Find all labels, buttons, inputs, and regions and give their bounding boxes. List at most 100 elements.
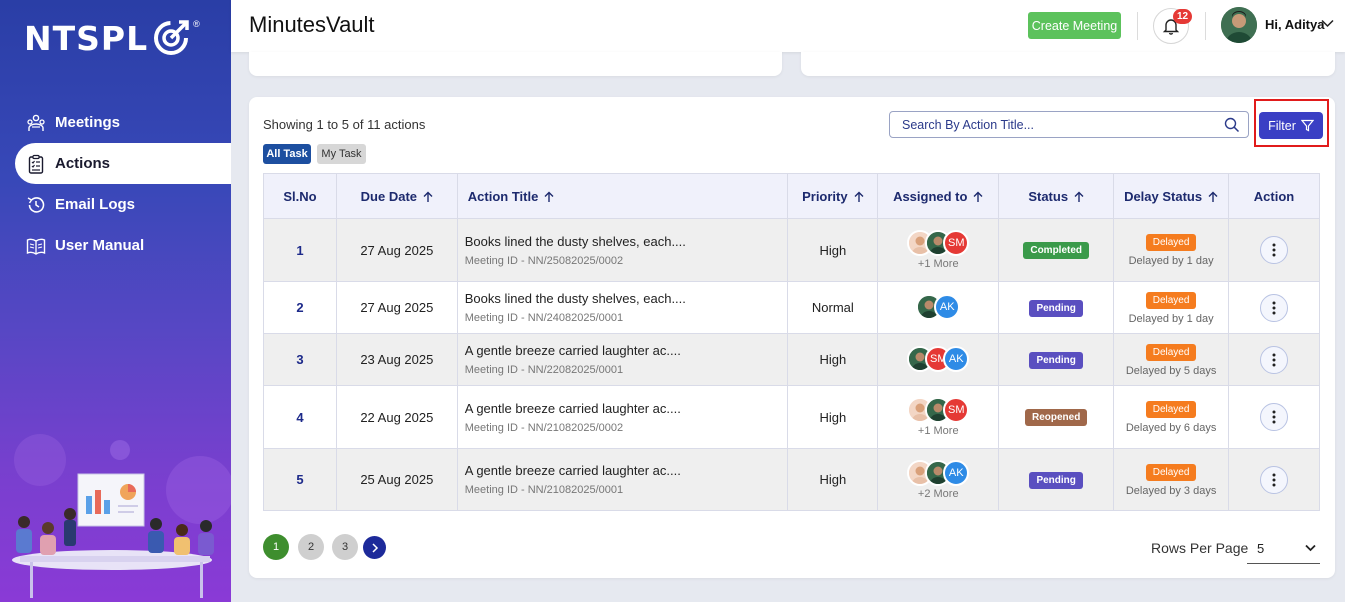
sort-arrow-up-icon[interactable] — [423, 191, 433, 203]
clipboard-icon — [26, 154, 46, 174]
row-action-title[interactable]: Books lined the dusty shelves, each.... … — [456, 281, 789, 334]
meetings-icon — [26, 113, 46, 133]
row-sl-no: 2 — [263, 281, 337, 334]
table-row[interactable]: 1 27 Aug 2025 Books lined the dusty shel… — [263, 218, 1320, 282]
status-badge: Pending — [1029, 351, 1083, 369]
chevron-down-icon[interactable] — [1321, 19, 1334, 28]
col-assigned-to[interactable]: Assigned to — [877, 173, 1000, 219]
row-action-title[interactable]: A gentle breeze carried laughter ac.... … — [456, 385, 789, 449]
more-assignees[interactable]: +1 More — [878, 258, 998, 270]
sidebar-item-label: User Manual — [55, 237, 145, 254]
meeting-illustration — [12, 434, 231, 598]
row-menu-button[interactable] — [1260, 403, 1289, 431]
user-avatar[interactable] — [1221, 7, 1257, 43]
sort-arrow-up-icon[interactable] — [1208, 191, 1218, 203]
sort-arrow-up-icon[interactable] — [1074, 191, 1084, 203]
page-3-button[interactable]: 3 — [332, 534, 358, 560]
sidebar-item-meetings[interactable]: Meetings — [0, 102, 231, 143]
row-action-title[interactable]: A gentle breeze carried laughter ac.... … — [456, 333, 789, 386]
user-greeting[interactable]: Hi, Aditya — [1265, 17, 1324, 32]
action-title-text: A gentle breeze carried laughter ac.... — [464, 400, 681, 416]
sidebar-item-actions[interactable]: Actions — [15, 143, 231, 184]
sidebar-nav: Meetings Actions Email Logs User Manual — [0, 102, 231, 266]
col-status[interactable]: Status — [998, 173, 1115, 219]
rows-per-page-select[interactable]: 5 — [1247, 533, 1320, 564]
search-icon[interactable] — [1224, 117, 1240, 133]
row-status: Pending — [998, 281, 1115, 334]
row-menu-button[interactable] — [1260, 465, 1289, 494]
row-assigned-to[interactable]: SM +1 More — [877, 218, 1000, 282]
row-priority: High — [787, 448, 879, 511]
sort-arrow-up-icon[interactable] — [544, 191, 554, 203]
table-row[interactable]: 2 27 Aug 2025 Books lined the dusty shel… — [263, 281, 1320, 334]
row-menu-button[interactable] — [1260, 345, 1289, 374]
sort-arrow-up-icon[interactable] — [973, 191, 983, 203]
top-header: MinutesVault Create Meeting 12 Hi, Adity… — [231, 0, 1345, 52]
col-action: Action — [1228, 173, 1320, 219]
more-assignees[interactable]: +1 More — [878, 425, 998, 437]
more-vertical-icon — [1272, 353, 1276, 366]
row-priority: Normal — [787, 281, 879, 334]
delay-duration: Delayed by 1 day — [1128, 255, 1214, 267]
sidebar-item-email-logs[interactable]: Email Logs — [0, 184, 231, 225]
assignee-avatar-ak: AK — [943, 346, 970, 372]
tab-my-task[interactable]: My Task — [317, 144, 366, 164]
row-action-title[interactable]: A gentle breeze carried laughter ac.... … — [456, 448, 789, 511]
row-action-title[interactable]: Books lined the dusty shelves, each.... … — [456, 218, 789, 282]
row-status: Pending — [998, 448, 1115, 511]
brand-logo[interactable]: NTSPL ® — [24, 18, 200, 58]
next-page-button[interactable] — [363, 536, 386, 559]
row-due-date: 25 Aug 2025 — [335, 448, 458, 511]
row-assigned-to[interactable]: SM AK — [877, 333, 1000, 386]
status-badge: Pending — [1029, 471, 1083, 489]
table-header-row: Sl.No Due Date Action Title Priority Ass… — [263, 173, 1320, 219]
app-title: MinutesVault — [249, 12, 375, 37]
row-assigned-to[interactable]: SM +1 More — [877, 385, 1000, 449]
row-sl-no: 5 — [263, 448, 337, 511]
action-title-text: Books lined the dusty shelves, each.... — [464, 291, 686, 306]
page-2-button[interactable]: 2 — [298, 534, 324, 560]
tab-all-task[interactable]: All Task — [263, 144, 311, 164]
summary-card — [249, 52, 782, 76]
search-box — [889, 111, 1249, 138]
action-title-text: A gentle breeze carried laughter ac.... — [464, 343, 681, 358]
delay-duration: Delayed by 3 days — [1125, 484, 1217, 497]
row-status: Reopened — [998, 385, 1115, 449]
search-input[interactable] — [902, 117, 1212, 132]
col-due-date[interactable]: Due Date — [335, 173, 458, 219]
more-assignees[interactable]: +2 More — [878, 488, 998, 500]
row-sl-no: 1 — [263, 218, 337, 282]
filter-button[interactable]: Filter — [1259, 112, 1323, 139]
col-sl-no[interactable]: Sl.No — [263, 173, 337, 219]
row-menu-button[interactable] — [1260, 293, 1289, 322]
create-meeting-button[interactable]: Create Meeting — [1028, 12, 1121, 39]
sidebar-item-user-manual[interactable]: User Manual — [0, 225, 231, 266]
row-action — [1228, 385, 1320, 449]
col-action-title[interactable]: Action Title — [456, 173, 789, 219]
row-menu-button[interactable] — [1260, 236, 1289, 264]
sort-arrow-up-icon[interactable] — [854, 191, 864, 203]
row-action — [1228, 281, 1320, 334]
row-due-date: 22 Aug 2025 — [335, 385, 458, 449]
actions-table: Sl.No Due Date Action Title Priority Ass… — [263, 173, 1320, 511]
delay-badge: Delayed — [1145, 234, 1197, 251]
page-1-button[interactable]: 1 — [263, 534, 289, 560]
table-row[interactable]: 4 22 Aug 2025 A gentle breeze carried la… — [263, 385, 1320, 449]
row-status: Pending — [998, 333, 1115, 386]
table-row[interactable]: 3 23 Aug 2025 A gentle breeze carried la… — [263, 333, 1320, 386]
assignee-avatar-sm: SM — [943, 230, 970, 256]
row-action — [1228, 218, 1320, 282]
col-delay-status[interactable]: Delay Status — [1113, 173, 1230, 219]
delay-duration: Delayed by 5 days — [1125, 364, 1217, 377]
table-row[interactable]: 5 25 Aug 2025 A gentle breeze carried la… — [263, 448, 1320, 511]
row-assigned-to[interactable]: AK — [877, 281, 1000, 334]
action-title-text: A gentle breeze carried laughter ac.... — [464, 463, 681, 478]
target-logo-icon — [154, 20, 189, 55]
header-divider — [1205, 12, 1206, 40]
more-vertical-icon — [1272, 301, 1276, 314]
filter-label: Filter — [1268, 118, 1296, 133]
delay-badge: Delayed — [1145, 463, 1197, 481]
row-assigned-to[interactable]: AK +2 More — [877, 448, 1000, 511]
col-priority[interactable]: Priority — [787, 173, 879, 219]
row-delay-status: Delayed Delayed by 1 day — [1113, 281, 1230, 334]
